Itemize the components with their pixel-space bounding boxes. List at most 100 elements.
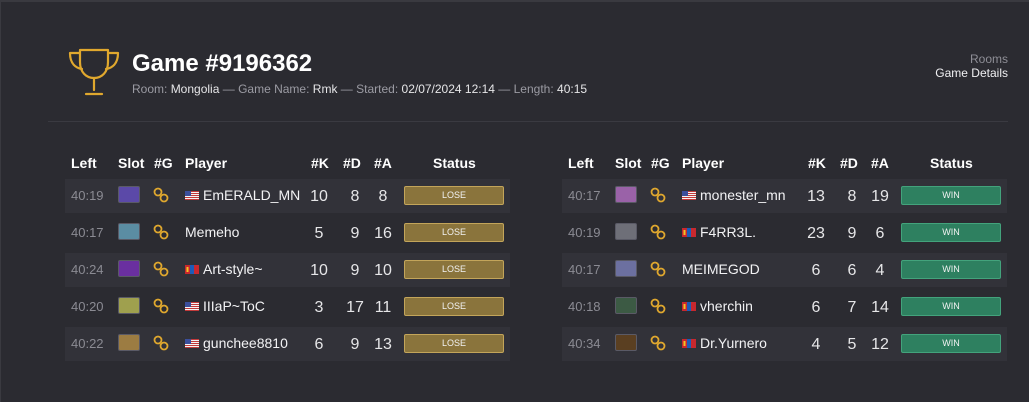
length-label: Length:: [513, 82, 554, 96]
meta-separator: —: [498, 82, 511, 96]
meta-separator: —: [340, 82, 353, 96]
column-slot: Slot: [615, 155, 642, 171]
us-flag-icon: [185, 338, 199, 348]
column-d: #D: [343, 155, 361, 171]
player-cell[interactable]: MEIMEGOD: [682, 261, 760, 277]
assists-value: 4: [875, 262, 885, 279]
assists-value: 19: [871, 188, 889, 205]
assists-value: 11: [374, 299, 392, 316]
team-rows: 40:19 EmERALD_MN 10 8 8 LOSE 40:17 Memeho 5 9 16 LO…: [65, 179, 510, 361]
column-status: Status: [433, 155, 476, 171]
assists-value: 12: [871, 336, 889, 353]
table-header: Left Slot #G Player #K #D #A Status: [562, 152, 1007, 176]
deaths-value: 8: [350, 188, 360, 205]
status-badge: WIN: [901, 223, 1001, 242]
player-name[interactable]: Dr.Yurnero: [700, 335, 767, 351]
kills-value: 6: [314, 336, 324, 353]
started-value: 02/07/2024 12:14: [401, 82, 495, 96]
column-status: Status: [930, 155, 973, 171]
player-name[interactable]: EmERALD_MN: [203, 187, 300, 203]
player-name[interactable]: Memeho: [185, 224, 239, 240]
table-row: 40:22 gunchee8810 6 9 13 LOSE: [65, 327, 510, 361]
table-row: 40:19 EmERALD_MN 10 8 8 LOSE: [65, 179, 510, 213]
team-table-right: Left Slot #G Player #K #D #A Status 40:1…: [562, 152, 1007, 361]
player-cell[interactable]: Memeho: [185, 224, 239, 240]
mn-flag-icon: [185, 264, 199, 274]
column-left: Left: [71, 155, 97, 171]
deaths-value: 17: [346, 299, 364, 316]
table-header: Left Slot #G Player #K #D #A Status: [65, 152, 510, 176]
player-name[interactable]: IIIaP~ToC: [203, 298, 265, 314]
kills-value: 4: [811, 336, 821, 353]
player-cell[interactable]: Art-style~: [185, 261, 263, 277]
game-name-label: Game Name:: [238, 82, 310, 96]
slot-color-swatch: [118, 186, 140, 203]
column-player: Player: [185, 155, 228, 171]
table-row: 40:19 F4RR3L. 23 9 6 WIN: [562, 216, 1007, 250]
player-name[interactable]: F4RR3L.: [700, 224, 756, 240]
player-name[interactable]: monester_mn: [700, 187, 786, 203]
team-rows: 40:17 monester_mn 13 8 19 WIN 40:19 F4RR3L. 23 9 6…: [562, 179, 1007, 361]
breadcrumb-current: Game Details: [935, 66, 1008, 80]
player-name[interactable]: MEIMEGOD: [682, 261, 760, 277]
link-icon[interactable]: [153, 261, 169, 277]
deaths-value: 9: [350, 225, 360, 242]
player-cell[interactable]: EmERALD_MN: [185, 187, 300, 203]
link-icon[interactable]: [153, 187, 169, 203]
slot-color-swatch: [615, 297, 637, 314]
link-icon[interactable]: [650, 335, 666, 351]
link-icon[interactable]: [650, 298, 666, 314]
room-value: Mongolia: [170, 82, 220, 96]
player-cell[interactable]: monester_mn: [682, 187, 786, 203]
meta-separator: —: [222, 82, 235, 96]
room-label: Room:: [132, 82, 168, 96]
slot-color-swatch: [118, 223, 140, 240]
deaths-value: 7: [847, 299, 857, 316]
player-name[interactable]: Art-style~: [203, 261, 263, 277]
player-name[interactable]: gunchee8810: [203, 335, 288, 351]
page-title: Game #9196362: [132, 50, 313, 77]
time-left: 40:24: [71, 262, 104, 277]
time-left: 40:19: [568, 225, 601, 240]
assists-value: 13: [374, 336, 392, 353]
column-g: #G: [651, 155, 670, 171]
slot-color-swatch: [118, 334, 140, 351]
player-cell[interactable]: vherchin: [682, 298, 753, 314]
assists-value: 16: [374, 225, 392, 242]
player-cell[interactable]: IIIaP~ToC: [185, 298, 265, 314]
player-cell[interactable]: Dr.Yurnero: [682, 335, 767, 351]
player-cell[interactable]: gunchee8810: [185, 335, 288, 351]
kills-value: 5: [314, 225, 324, 242]
status-badge: WIN: [901, 260, 1001, 279]
link-icon[interactable]: [153, 298, 169, 314]
status-badge: LOSE: [404, 260, 504, 279]
status-badge: LOSE: [404, 297, 504, 316]
column-d: #D: [840, 155, 858, 171]
link-icon[interactable]: [153, 335, 169, 351]
slot-color-swatch: [615, 260, 637, 277]
team-table-left: Left Slot #G Player #K #D #A Status 40:1…: [65, 152, 510, 361]
link-icon[interactable]: [650, 224, 666, 240]
assists-value: 8: [378, 188, 388, 205]
mn-flag-icon: [682, 227, 696, 237]
assists-value: 10: [374, 262, 392, 279]
player-cell[interactable]: F4RR3L.: [682, 224, 756, 240]
table-row: 40:20 IIIaP~ToC 3 17 11 LOSE: [65, 290, 510, 324]
time-left: 40:17: [568, 262, 601, 277]
breadcrumb: Rooms Game Details: [935, 52, 1008, 80]
link-icon[interactable]: [650, 261, 666, 277]
game-header: Game #9196362 Room: Mongolia — Game Name…: [64, 44, 1008, 104]
time-left: 40:17: [568, 188, 601, 203]
breadcrumb-rooms-link[interactable]: Rooms: [935, 52, 1008, 66]
kills-value: 10: [310, 262, 328, 279]
column-k: #K: [808, 155, 826, 171]
deaths-value: 8: [847, 188, 857, 205]
slot-color-swatch: [615, 223, 637, 240]
link-icon[interactable]: [153, 224, 169, 240]
mn-flag-icon: [682, 338, 696, 348]
link-icon[interactable]: [650, 187, 666, 203]
us-flag-icon: [682, 190, 696, 200]
game-name-value: Rmk: [312, 82, 338, 96]
player-name[interactable]: vherchin: [700, 298, 753, 314]
slot-color-swatch: [118, 297, 140, 314]
